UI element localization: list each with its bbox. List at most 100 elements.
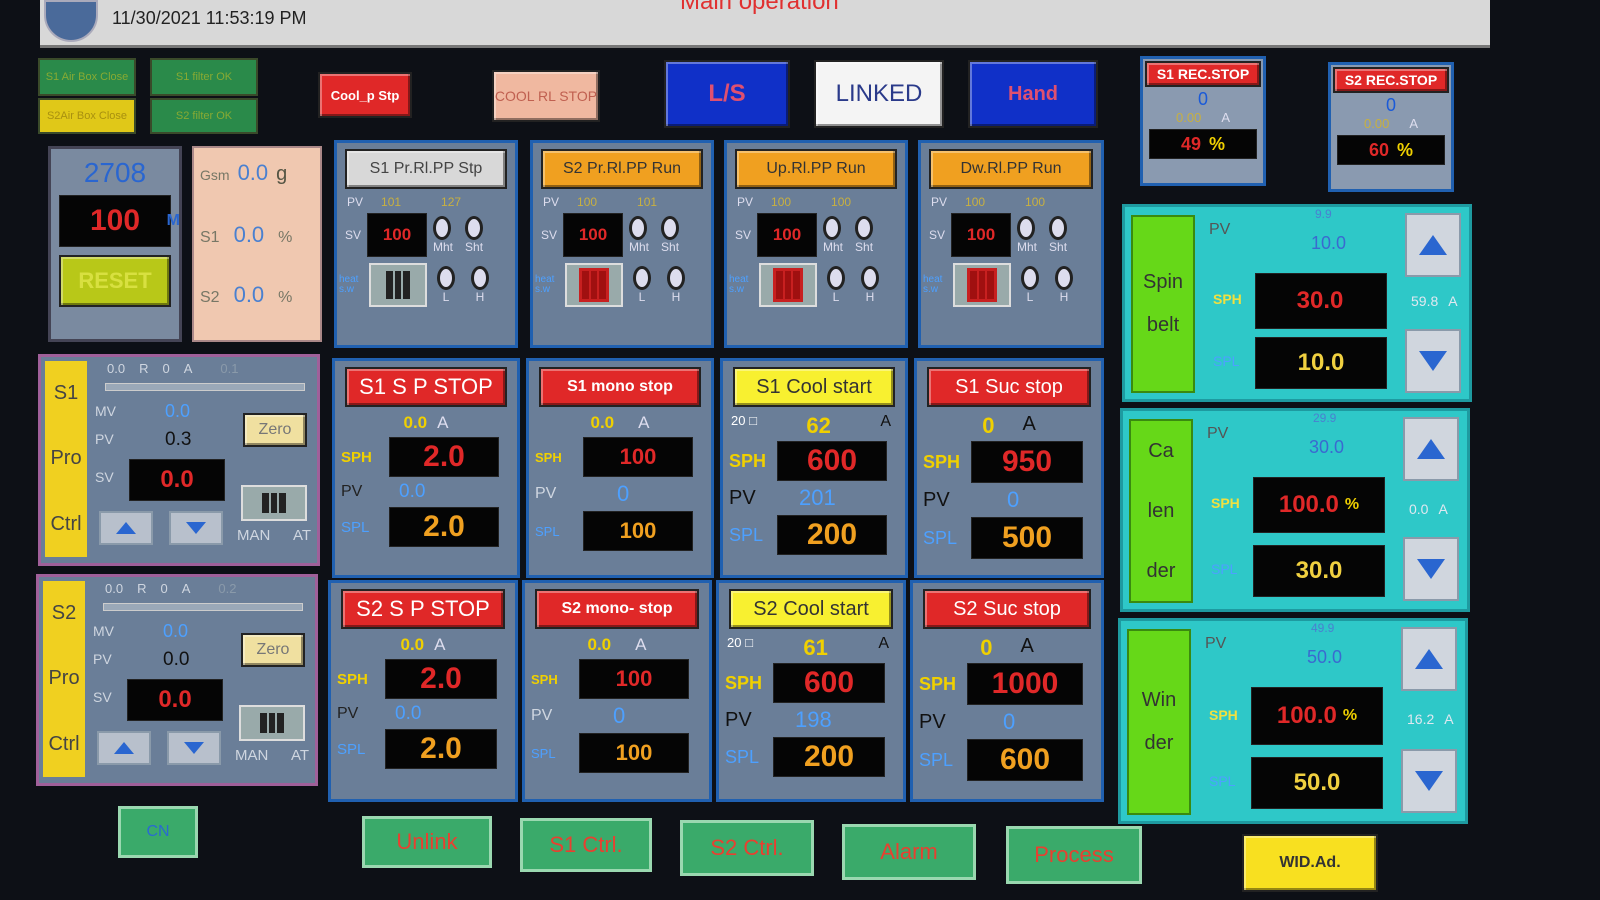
up-arrow-icon [116,522,136,534]
s2-cool-start-button[interactable]: S2 Cool start [729,589,893,629]
low-lamp-icon [827,266,845,290]
spl-display[interactable]: 200 [777,515,887,555]
datetime: 11/30/2021 11:53:19 PM [112,8,307,28]
sph-display[interactable]: 2.0 [389,437,499,477]
tag-line: Pro [50,447,82,470]
cool-pre-value: 20 □ [727,635,753,650]
sv-display[interactable]: 0.0 [127,679,223,721]
tag-line: Ca [1148,439,1174,462]
sph-display[interactable]: 600 [773,663,885,703]
length-unit: M [166,212,180,229]
process-button[interactable]: Process [1006,826,1142,884]
spl-display[interactable]: 100 [579,733,689,773]
s1-cool-start-button[interactable]: S1 Cool start [733,367,895,407]
ls-button[interactable]: L/S [664,60,790,128]
ratio-value: 0.0 [107,361,126,376]
s2-sp-stop-button[interactable]: S2 S P STOP [341,589,505,629]
pv-value: 30.0 [1309,437,1345,457]
s1-ctrl-button[interactable]: S1 Ctrl. [520,818,652,872]
sv-up-button[interactable] [97,731,151,765]
calender-down-button[interactable] [1403,537,1459,601]
s1-pro-ctrl-panel: S1 Pro Ctrl 0.0 R 0 A 0.1 MV 0.0 Zero PV 0.3 S… [38,354,320,566]
hand-button[interactable]: Hand [968,60,1098,128]
sph-display[interactable]: 600 [777,441,887,481]
amp-unit: A [878,635,889,652]
spl-display[interactable]: 200 [773,737,885,777]
calender-up-button[interactable] [1403,417,1459,481]
sph-display[interactable]: 30.0 [1255,273,1387,329]
spl-display[interactable]: 100 [583,511,693,551]
sht-label: Sht [855,240,874,254]
sph-display[interactable]: 100 [583,437,693,477]
heat-switch[interactable] [759,263,817,307]
high-label: H [1059,290,1069,304]
cn-button[interactable]: CN [118,806,198,858]
unlink-button[interactable]: Unlink [362,816,492,868]
sph-display[interactable]: 100.0% [1251,687,1383,745]
sv-display[interactable]: 100 [757,213,818,257]
heat-switch-label: heat s.w [729,274,749,295]
tag-line: Ctrl [48,732,80,755]
sv-up-button[interactable] [99,511,153,545]
s2-rec-stop-button[interactable]: S2 REC.STOP [1333,67,1449,93]
wid-adjust-button[interactable]: WID.Ad. [1242,834,1378,892]
sph-display[interactable]: 2.0 [385,659,497,699]
sv-display[interactable]: 100 [951,213,1012,257]
spl-display[interactable]: 50.0 [1251,757,1383,809]
winder-up-button[interactable] [1401,627,1457,691]
s1-rec-stop-button[interactable]: S1 REC.STOP [1145,61,1261,87]
up-pump-button[interactable]: Up.Rl.PP Run [735,149,897,189]
s1-mono-stop-button[interactable]: S1 mono stop [539,367,701,407]
s1-pr-pump-button[interactable]: S1 Pr.Rl.PP Stp [345,149,507,189]
winder-down-button[interactable] [1401,749,1457,813]
spl-display[interactable]: 30.0 [1253,545,1385,597]
mht-lamp-icon [433,216,452,240]
sph-display[interactable]: 100 [579,659,689,699]
pv-value-2: 100 [831,195,852,209]
tag-line: len [1147,499,1175,522]
s1-suc-stop-button[interactable]: S1 Suc stop [927,367,1091,407]
spl-display[interactable]: 2.0 [389,507,499,547]
amp-unit: A [1444,711,1454,727]
zero-button[interactable]: Zero [243,413,307,447]
man-auto-switch[interactable] [239,705,305,741]
mht-label: Mht [629,240,650,254]
s1-sp-stop-button[interactable]: S1 S P STOP [345,367,507,407]
spl-display[interactable]: 600 [967,739,1083,781]
s2-suc-stop-button[interactable]: S2 Suc stop [923,589,1091,629]
sv-display[interactable]: 0.0 [129,459,225,501]
cool-p-stop-button[interactable]: Cool_p Stp [318,72,412,118]
heat-switch[interactable] [953,263,1011,307]
sph-display[interactable]: 100.0% [1253,477,1385,533]
sph-display[interactable]: 1000 [967,663,1083,705]
spin-belt-down-button[interactable] [1405,329,1461,393]
man-auto-switch[interactable] [241,485,307,521]
s2-pr-pump-button[interactable]: S2 Pr.Rl.PP Run [541,149,703,189]
cool-rl-stop-button[interactable]: COOL RL STOP [492,70,600,122]
zero-button[interactable]: Zero [241,633,305,667]
spl-display[interactable]: 500 [971,517,1083,559]
s2-ctrl-button[interactable]: S2 Ctrl. [680,820,814,876]
s2-pro-ctrl-panel: S2 Pro Ctrl 0.0 R 0 A 0.2 MV 0.0 Zero PV 0.0 S… [36,574,318,786]
sph-display[interactable]: 950 [971,441,1083,483]
dw-pump-button[interactable]: Dw.Rl.PP Run [929,149,1093,189]
pv-label: PV [1205,635,1227,652]
sv-down-button[interactable] [169,511,223,545]
drive-actual: 49.9 [1311,621,1335,635]
amp-unit: A [1438,501,1448,517]
linked-button[interactable]: LINKED [814,60,944,128]
spin-belt-up-button[interactable] [1405,213,1461,277]
heat-switch[interactable] [369,263,427,307]
alarm-button[interactable]: Alarm [842,824,976,880]
sv-down-button[interactable] [167,731,221,765]
spl-display[interactable]: 10.0 [1255,337,1387,389]
s2-suc-panel: S2 Suc stop 0 A SPH 1000 PV 0 SPL 600 [910,580,1104,802]
spl-display[interactable]: 2.0 [385,729,497,769]
pv-value: 0 [1003,709,1016,734]
sv-display[interactable]: 100 [563,213,624,257]
reset-button[interactable]: RESET [59,255,171,307]
sv-display[interactable]: 100 [367,213,428,257]
heat-switch[interactable] [565,263,623,307]
s2-mono-stop-button[interactable]: S2 mono- stop [535,589,699,629]
high-label: H [865,290,875,304]
